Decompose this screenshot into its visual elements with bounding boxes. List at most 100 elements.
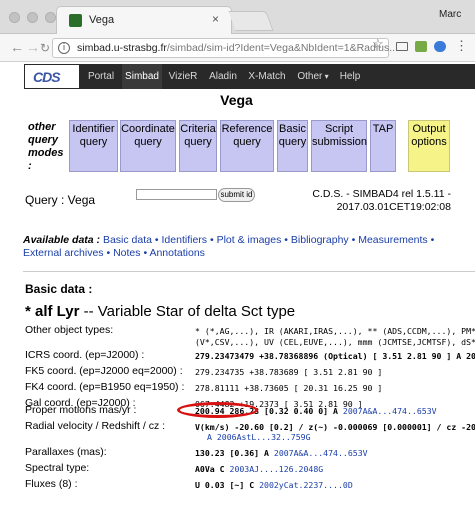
mode-label: Identifier	[72, 123, 115, 135]
row-value: * (*,AG,...), IR (AKARI,IRAS,...), ** (A…	[195, 326, 475, 336]
criteria-query-button[interactable]: Criteria query	[179, 120, 217, 172]
link-external-archives[interactable]: External archives	[23, 247, 104, 259]
identifier-input[interactable]	[136, 189, 217, 200]
row-value: (V*,CSV,...), UV (CEL,EUVE,...), mmm (JC…	[195, 337, 475, 347]
cds-logo[interactable]: CDS	[24, 64, 80, 89]
profile-name[interactable]: Marc	[439, 9, 461, 20]
output-options-button[interactable]: Output options	[408, 120, 450, 172]
row-label: Spectral type:	[25, 462, 90, 474]
row-label: Fluxes (8) :	[25, 478, 78, 490]
tap-button[interactable]: TAP	[370, 120, 396, 172]
mode-label: Coordinate	[121, 123, 175, 135]
reload-icon[interactable]: ↻	[40, 41, 50, 55]
star-icon[interactable]: ☆	[372, 36, 384, 52]
sp-value: A0Va C	[195, 464, 225, 474]
row-label: Radial velocity / Redshift / cz :	[25, 420, 166, 432]
nav-item-vizier[interactable]: VizieR	[162, 64, 204, 89]
link-annotations[interactable]: Annotations	[149, 247, 204, 259]
row-label: FK5 coord. (ep=J2000 eq=2000) :	[25, 365, 183, 377]
forward-icon[interactable]: →	[26, 40, 40, 54]
nav-item-portal[interactable]: Portal	[80, 64, 122, 89]
pm-reference-link[interactable]: 2007A&A...474..653V	[343, 406, 437, 416]
mode-label: Basic	[279, 123, 306, 135]
version-info: C.D.S. - SIMBAD4 rel 1.5.11 - 2017.03.01…	[311, 188, 451, 214]
mode-label: Criteria	[180, 123, 216, 135]
browser-toolbar: ← → ↻ i simbad.u-strasbg.fr/simbad/sim-i…	[0, 34, 475, 62]
url-host: simbad.u-strasbg.fr	[77, 42, 167, 54]
chevron-down-icon: ▾	[322, 72, 329, 81]
sp-reference-link[interactable]: 2003AJ....126.2048G	[230, 464, 324, 474]
link-measurements[interactable]: Measurements	[358, 234, 427, 246]
script-submission-button[interactable]: Script submission	[311, 120, 367, 172]
extension-icon-2[interactable]	[434, 41, 446, 52]
plx-reference-link[interactable]: 2007A&A...474..653V	[274, 448, 368, 458]
address-bar[interactable]: i simbad.u-strasbg.fr/simbad/sim-id?Iden…	[52, 38, 398, 58]
basic-query-button[interactable]: Basic query	[277, 120, 308, 172]
coordinate-query-button[interactable]: Coordinate query	[120, 120, 176, 172]
fluxes-row: Fluxes (8) : U 0.03 [~] C 2002yCat.2237.…	[25, 478, 475, 492]
minimize-window-button[interactable]	[27, 12, 38, 23]
link-bibliography[interactable]: Bibliography	[291, 234, 349, 246]
page-title: Vega	[220, 92, 253, 108]
browser-window: Vega × Marc ← → ↻ i simbad.u-strasbg.fr/…	[0, 0, 475, 509]
nav-item-xmatch[interactable]: X-Match	[242, 64, 292, 89]
row-label: FK4 coord. (ep=B1950 eq=1950) :	[25, 381, 185, 393]
extension-icon[interactable]	[415, 41, 427, 52]
nav-item-simbad[interactable]: Simbad	[122, 64, 162, 89]
modes-label-line: other	[28, 121, 56, 133]
top-nav: CDS Portal Simbad VizieR Aladin X-Match …	[24, 64, 475, 89]
row-value: 278.81111 +38.73605 [ 20.31 16.25 90 ]	[195, 383, 383, 393]
modes-label-line: :	[28, 160, 32, 172]
flux-value: U 0.03 [~] C	[195, 480, 255, 490]
available-data-bar: Available data : Basic data • Identifier…	[23, 234, 435, 259]
basic-data-heading: Basic data :	[25, 282, 93, 296]
favicon-icon	[69, 14, 82, 27]
version-line: C.D.S. - SIMBAD4 rel 1.5.11 -	[312, 188, 451, 200]
link-basic-data[interactable]: Basic data	[103, 234, 152, 246]
version-line: 2017.03.01CET19:02:08	[336, 201, 451, 213]
object-name: * alf Lyr -- Variable Star of delta Sct …	[25, 303, 295, 320]
link-notes[interactable]: Notes	[113, 247, 140, 259]
mode-label: TAP	[372, 123, 394, 135]
nav-item-help[interactable]: Help	[334, 64, 366, 89]
tab-close-icon[interactable]: ×	[212, 12, 219, 26]
title-bar: Vega × Marc	[0, 0, 475, 34]
nav-item-aladin[interactable]: Aladin	[204, 64, 242, 89]
browser-tab[interactable]: Vega ×	[56, 6, 232, 34]
mode-label: query	[79, 136, 108, 148]
row-value: A0Va C 2003AJ....126.2048G	[195, 464, 323, 474]
maximize-window-button[interactable]	[45, 12, 56, 23]
mode-label: options	[411, 136, 447, 148]
other-types-row: Other object types: * (*,AG,...), IR (AK…	[25, 324, 475, 348]
mode-label: Script	[324, 123, 354, 135]
cast-icon[interactable]	[396, 42, 408, 51]
parallax-row: Parallaxes (mas): 130.23 [0.36] A 2007A&…	[25, 446, 475, 460]
menu-icon[interactable]: ⋮	[455, 38, 468, 54]
object-type: -- Variable Star of delta Sct type	[79, 303, 296, 320]
identifier-query-button[interactable]: Identifier query	[69, 120, 118, 172]
row-label: ICRS coord. (ep=J2000) :	[25, 349, 145, 361]
flux-reference-link[interactable]: 2002yCat.2237....0D	[259, 480, 353, 490]
info-icon[interactable]: i	[58, 42, 70, 54]
submit-id-button[interactable]: submit id	[218, 188, 255, 202]
query-modes-label: other query modes :	[28, 121, 73, 173]
new-tab-button[interactable]	[228, 11, 274, 31]
url-text: simbad.u-strasbg.fr/simbad/sim-id?Ident=…	[77, 42, 398, 54]
link-identifiers[interactable]: Identifiers	[162, 234, 208, 246]
mode-label: query	[278, 136, 307, 148]
back-icon[interactable]: ←	[10, 40, 24, 54]
reference-query-button[interactable]: Reference query	[220, 120, 274, 172]
rv-reference-link[interactable]: A 2006AstL...32..759G	[207, 432, 311, 442]
close-window-button[interactable]	[9, 12, 20, 23]
mode-label: query	[233, 136, 261, 148]
nav-item-other[interactable]: Other ▾	[292, 64, 334, 89]
row-value: V(km/s) -20.60 [0.2] / z(~) -0.000069 [0…	[195, 422, 475, 432]
divider	[23, 271, 475, 272]
link-plot-images[interactable]: Plot & images	[217, 234, 282, 246]
spectral-type-row: Spectral type: A0Va C 2003AJ....126.2048…	[25, 462, 475, 476]
row-value: 279.23473479 +38.78368896 (Optical) [ 3.…	[195, 351, 475, 361]
logo-text: CDS	[33, 69, 61, 85]
mode-label: query	[184, 136, 212, 148]
highlight-circle	[177, 402, 258, 418]
row-value: 279.234735 +38.783689 [ 3.51 2.81 90 ]	[195, 367, 383, 377]
